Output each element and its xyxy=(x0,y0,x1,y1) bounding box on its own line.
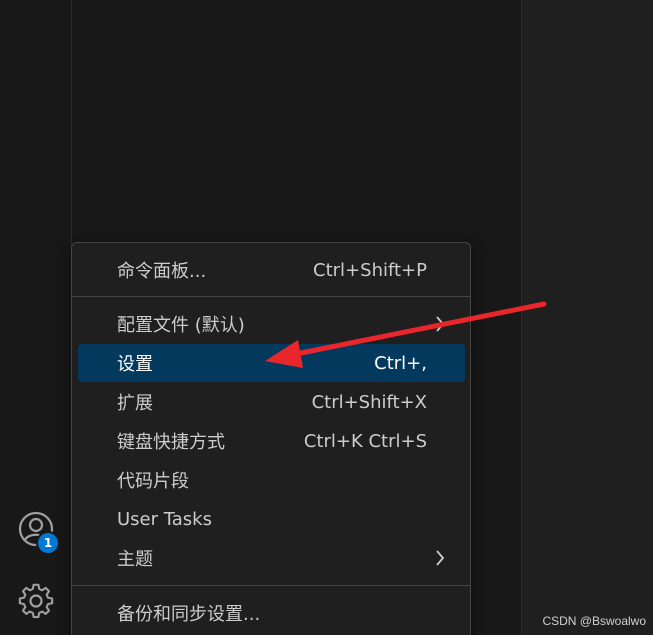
menu-item-keyboard-shortcuts[interactable]: 键盘快捷方式 Ctrl+K Ctrl+S xyxy=(78,422,465,460)
menu-item-snippets[interactable]: 代码片段 xyxy=(78,461,465,499)
menu-item-label: 配置文件 (默认) xyxy=(117,315,245,336)
menu-item-settings[interactable]: 设置 Ctrl+, xyxy=(78,344,465,382)
menu-item-label: 代码片段 xyxy=(117,471,189,492)
manage-context-menu: 命令面板... Ctrl+Shift+P 配置文件 (默认) 设置 Ctrl+,… xyxy=(71,242,471,635)
menu-item-command-palette[interactable]: 命令面板... Ctrl+Shift+P xyxy=(78,251,465,289)
menu-item-backup-sync[interactable]: 备份和同步设置... xyxy=(78,594,465,632)
menu-item-label: 设置 xyxy=(117,354,153,375)
activity-bar: 1 xyxy=(0,0,72,635)
menu-item-themes[interactable]: 主题 xyxy=(78,539,465,577)
menu-item-label: 键盘快捷方式 xyxy=(117,432,225,453)
gear-icon[interactable] xyxy=(17,582,55,620)
gear-icon-glyph xyxy=(18,583,54,619)
notification-badge: 1 xyxy=(36,531,60,555)
menu-item-extensions[interactable]: 扩展 Ctrl+Shift+X xyxy=(78,383,465,421)
menu-item-label: 主题 xyxy=(117,549,153,570)
menu-item-profiles[interactable]: 配置文件 (默认) xyxy=(78,305,465,343)
chevron-right-icon xyxy=(436,316,445,332)
chevron-right-icon xyxy=(436,550,445,566)
menu-item-shortcut: Ctrl+Shift+X xyxy=(311,391,427,413)
watermark: CSDN @Bswoalwo xyxy=(542,614,646,628)
menu-separator xyxy=(72,585,470,586)
menu-item-label: 扩展 xyxy=(117,393,153,414)
menu-item-shortcut: Ctrl+, xyxy=(374,352,427,374)
menu-item-user-tasks[interactable]: User Tasks xyxy=(78,500,465,538)
menu-item-label: 命令面板... xyxy=(117,261,207,282)
menu-separator xyxy=(72,296,470,297)
menu-item-shortcut: Ctrl+Shift+P xyxy=(313,259,427,281)
menu-item-shortcut: Ctrl+K Ctrl+S xyxy=(303,430,427,452)
menu-item-label: User Tasks xyxy=(117,508,212,530)
vscode-window: 1 命令面板... Ctrl+Shift+P 配置文件 (默认) 设置 Ctrl… xyxy=(0,0,653,635)
menu-item-label: 备份和同步设置... xyxy=(117,604,261,625)
editor-area xyxy=(522,0,653,635)
